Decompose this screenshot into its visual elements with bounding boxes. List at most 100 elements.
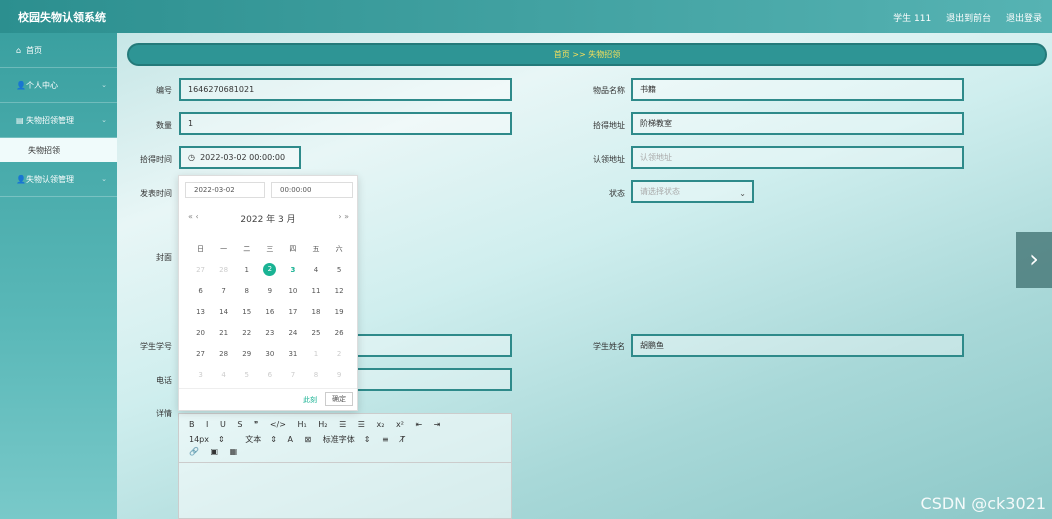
day-cell[interactable]: 27 (189, 350, 212, 358)
pickup-place-label: 拾得地址 (593, 121, 625, 130)
day-cell[interactable]: 4 (304, 266, 327, 274)
day-cell[interactable]: 9 (258, 287, 281, 295)
status-label: 状态 (609, 189, 625, 198)
day-cell-selected[interactable]: 2 (258, 263, 281, 276)
code-button[interactable]: </> (270, 420, 286, 429)
qty-field[interactable]: 1 (179, 112, 512, 135)
day-cell[interactable]: 27 (189, 266, 212, 274)
student-name-field[interactable]: 胡鹏鱼 (631, 334, 964, 357)
day-cell[interactable]: 5 (235, 371, 258, 379)
sidebar-item-profile[interactable]: 👤 个人中心 ⌄ (0, 68, 117, 103)
sidebar-subitem-lost[interactable]: 失物招领 (0, 138, 117, 162)
day-cell[interactable]: 24 (281, 329, 304, 337)
sidebar-item-lost-manage[interactable]: ▤ 失物招领管理 ⌄ (0, 103, 117, 138)
day-cell[interactable]: 13 (189, 308, 212, 316)
confirm-button[interactable]: 确定 (325, 392, 353, 406)
next-month-year-icon[interactable]: › » (338, 212, 349, 221)
day-cell[interactable]: 12 (328, 287, 351, 295)
outdent-button[interactable]: ⇤ (416, 420, 423, 429)
detail-label: 详情 (156, 409, 172, 418)
rich-text-editor[interactable]: B I U S ❞ </> H₁ H₂ ☰ ☰ x₂ x² ⇤ ⇥ 14px ⇕ … (178, 413, 512, 519)
text-style-select[interactable]: 文本 (245, 435, 261, 444)
claim-place-field[interactable]: 认领地址 (631, 146, 964, 169)
day-cell[interactable]: 6 (258, 371, 281, 379)
day-cell[interactable]: 5 (328, 266, 351, 274)
day-cell[interactable]: 19 (328, 308, 351, 316)
align-icon[interactable]: ≡ (382, 435, 389, 444)
italic-button[interactable]: I (206, 420, 208, 429)
day-cell[interactable]: 20 (189, 329, 212, 337)
day-cell[interactable]: 3 (281, 266, 304, 274)
logout-link[interactable]: 退出登录 (1006, 14, 1042, 24)
number-field[interactable]: 1646270681021 (179, 78, 512, 101)
picker-date-input[interactable]: 2022-03-02 (185, 182, 265, 198)
strike-button[interactable]: S (237, 420, 242, 429)
day-cell[interactable]: 21 (212, 329, 235, 337)
day-cell[interactable]: 11 (304, 287, 327, 295)
day-cell[interactable]: 9 (328, 371, 351, 379)
pickup-time-field[interactable]: ◷ 2022-03-02 00:00:00 (179, 146, 301, 169)
day-cell[interactable]: 6 (189, 287, 212, 295)
day-cell[interactable]: 26 (328, 329, 351, 337)
day-cell[interactable]: 29 (235, 350, 258, 358)
day-cell[interactable]: 18 (304, 308, 327, 316)
day-cell[interactable]: 15 (235, 308, 258, 316)
link-icon[interactable]: 🔗 (189, 447, 199, 456)
day-cell[interactable]: 10 (281, 287, 304, 295)
next-arrow-icon[interactable]: › (1016, 232, 1052, 288)
now-button[interactable]: 此刻 (303, 395, 317, 405)
background-color-icon[interactable]: ⊠ (305, 435, 312, 444)
sidebar-item-claim-manage[interactable]: 👤 失物认领管理 ⌄ (0, 162, 117, 197)
day-cell[interactable]: 1 (235, 266, 258, 274)
picker-time-input[interactable]: 00:00:00 (271, 182, 353, 198)
pickup-place-field[interactable]: 阶梯教室 (631, 112, 964, 135)
item-name-field[interactable]: 书籍 (631, 78, 964, 101)
sidebar-item-label: 首页 (26, 45, 42, 55)
day-cell[interactable]: 31 (281, 350, 304, 358)
back-to-frontend-link[interactable]: 退出到前台 (946, 14, 991, 24)
user-icon: 👤 (16, 174, 26, 184)
image-icon[interactable]: ▣ (211, 447, 219, 456)
day-cell[interactable]: 23 (258, 329, 281, 337)
weekday: 三 (266, 244, 274, 253)
h2-button[interactable]: H₂ (318, 420, 327, 429)
day-cell[interactable]: 14 (212, 308, 235, 316)
weekday: 二 (243, 244, 251, 253)
day-cell[interactable]: 1 (304, 350, 327, 358)
bullet-list-button[interactable]: ☰ (358, 420, 365, 429)
day-cell[interactable]: 4 (212, 371, 235, 379)
font-size-select[interactable]: 14px (189, 435, 209, 444)
sidebar-item-home[interactable]: ⌂ 首页 (0, 33, 117, 68)
font-color-icon[interactable]: A (288, 435, 293, 444)
day-cell[interactable]: 16 (258, 308, 281, 316)
day-cell[interactable]: 3 (189, 371, 212, 379)
superscript-button[interactable]: x² (396, 420, 404, 429)
bold-button[interactable]: B (189, 420, 195, 429)
h1-button[interactable]: H₁ (298, 420, 307, 429)
qty-label: 数量 (156, 121, 172, 130)
user-label[interactable]: 学生 111 (893, 14, 931, 24)
day-cell[interactable]: 28 (212, 350, 235, 358)
day-cell[interactable]: 28 (212, 266, 235, 274)
day-cell[interactable]: 22 (235, 329, 258, 337)
quote-button[interactable]: ❞ (254, 420, 258, 429)
day-cell[interactable]: 17 (281, 308, 304, 316)
font-family-select[interactable]: 标准字体 (323, 435, 355, 444)
subscript-button[interactable]: x₂ (377, 420, 385, 429)
day-cell[interactable]: 8 (235, 287, 258, 295)
day-cell[interactable]: 7 (281, 371, 304, 379)
indent-button[interactable]: ⇥ (434, 420, 441, 429)
day-cell[interactable]: 7 (212, 287, 235, 295)
underline-button[interactable]: U (220, 420, 226, 429)
day-cell[interactable]: 30 (258, 350, 281, 358)
claim-place-label: 认领地址 (593, 155, 625, 164)
video-icon[interactable]: ▦ (230, 447, 238, 456)
day-cell[interactable]: 8 (304, 371, 327, 379)
day-cell[interactable]: 25 (304, 329, 327, 337)
week-row: 27 28 29 30 31 1 2 (189, 343, 351, 364)
calendar-grid: 日 一 二 三 四 五 六 27 28 1 2 3 4 5 6 7 8 9 10… (189, 238, 351, 385)
clear-format-icon[interactable]: T̸ (400, 435, 405, 444)
day-cell[interactable]: 2 (328, 350, 351, 358)
ordered-list-button[interactable]: ☰ (339, 420, 346, 429)
status-select[interactable]: 请选择状态 ⌄ (631, 180, 754, 203)
